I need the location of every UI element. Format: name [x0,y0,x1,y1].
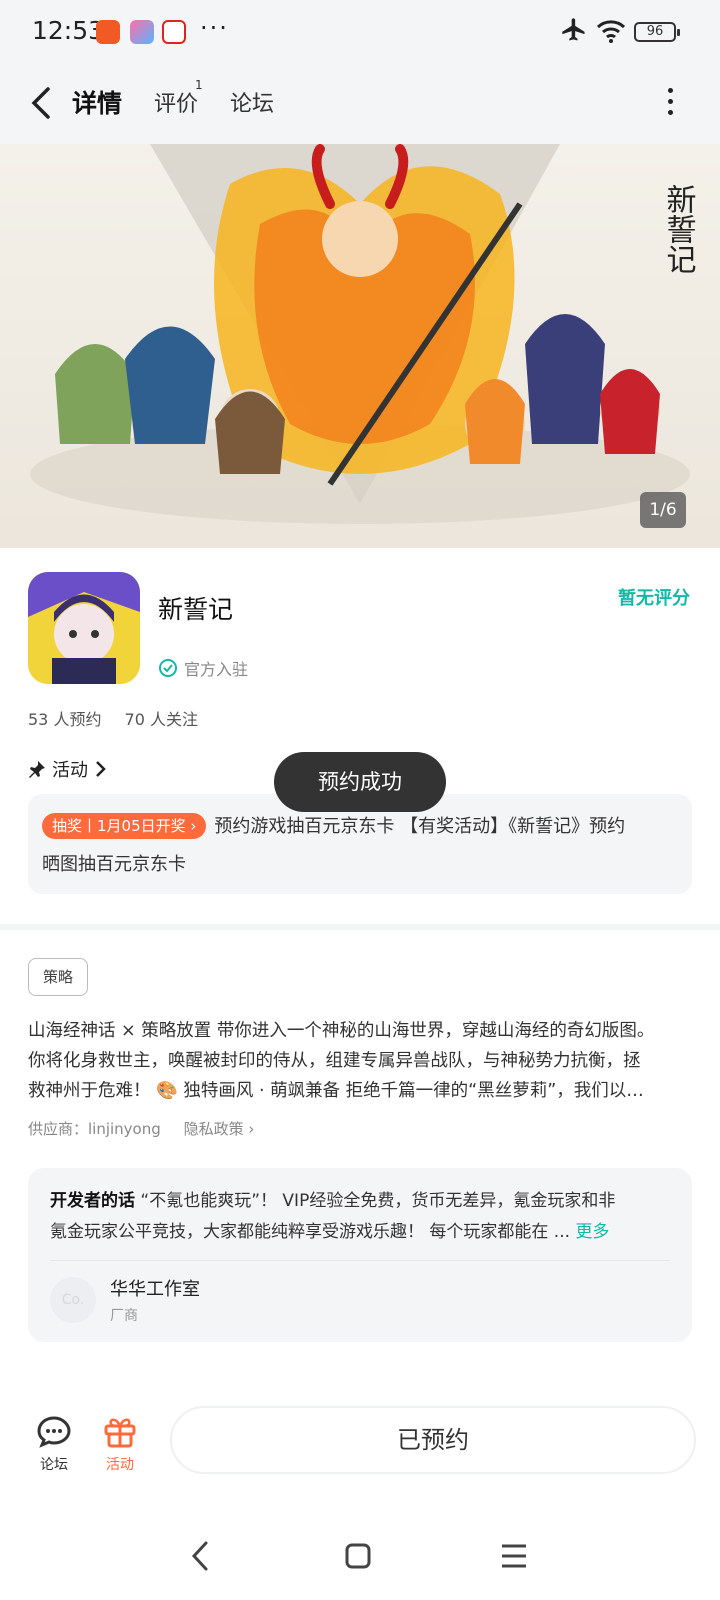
more-notifications-icon: ··· [200,14,229,42]
system-menu-icon[interactable] [500,1542,528,1570]
system-back-icon[interactable] [190,1540,210,1572]
section-divider [0,924,720,930]
svg-text:新誓记: 新誓记 [662,184,696,274]
lottery-tag[interactable]: 抽奖丨1月05日开奖 › [42,813,207,839]
activity-header[interactable]: 活动 [28,756,106,782]
developer-divider [50,1260,670,1261]
pin-icon [29,761,45,778]
activity-header-label: 活动 [52,760,88,781]
official-label: 官方入驻 [184,660,249,679]
developer-note-line-1: “不氪也能爽玩”！ VIP经验全免费，货币无差异，氪金玩家和非 [140,1191,616,1211]
wifi-icon [596,20,626,43]
developer-note: 开发者的话 “不氪也能爽玩”！ VIP经验全免费，货币无差异，氪金玩家和非 氪金… [50,1186,670,1248]
app-stats: 53 人预约 70 人关注 [28,706,216,730]
reviews-count-badge: 1 [195,78,203,92]
banner-artwork: 新誓记 [30,144,696,524]
activity-button[interactable]: 活动 [90,1414,150,1474]
verified-check-icon [159,659,177,677]
airplane-mode-icon [562,18,585,41]
gift-icon [104,1418,136,1448]
reservation-count: 53 人预约 [28,710,102,729]
activity-text-1: 预约游戏抽百元京东卡 【有奖活动】《新誓记》预约 [214,816,626,837]
system-nav-bar [0,1516,720,1600]
game-app-icon [130,20,154,44]
developer-role: 厂商 [110,1308,138,1324]
description-line-2: 你将化身救世主，唤醒被封印的侍从，组建专属异兽战队，与神秘势力抗衡，拯 [28,1051,641,1071]
developer-note-line-2: 氪金玩家公平竞技，大家都能纯粹享受游戏乐趣！ 每个玩家都能在 ... [50,1222,571,1242]
developer-profile[interactable]: Co. 华华工作室 厂商 [50,1275,670,1325]
chevron-right-icon [96,761,106,777]
description-line-3: 救神州于危难！ 🎨 独特画风 · 萌飒兼备 拒绝千篇一律的“黑丝萝莉”，我们以… [28,1081,644,1101]
follower-count: 70 人关注 [124,710,198,729]
rating-label: 暂无评分 [618,588,690,609]
tab-reviews[interactable]: 评价 [154,86,198,118]
description-line-1: 山海经神话 × 策略放置 带你进入一个神秘的山海世界，穿越山海经的奇幻版图。 [28,1021,655,1041]
genre-tag[interactable]: 策略 [28,958,88,996]
developer-note-title: 开发者的话 [50,1191,135,1211]
meta-row: 供应商：linjinyong 隐私政策 › [28,1118,272,1139]
game-description[interactable]: 山海经神话 × 策略放置 带你进入一个神秘的山海世界，穿越山海经的奇幻版图。 你… [28,1016,692,1106]
official-badge: 官方入驻 [158,656,248,680]
more-options-icon[interactable] [668,88,676,121]
tab-details[interactable]: 详情 [72,84,122,120]
developer-avatar: Co. [50,1277,96,1323]
developer-more-link[interactable]: 更多 [575,1222,609,1242]
forum-chat-icon [37,1416,71,1448]
activity-text-2: 晒图抽百元京东卡 [42,854,186,875]
app-name: 新誓记 [158,595,234,624]
top-nav: 详情 评价 1 论坛 [0,64,720,144]
activity-button-label: 活动 [106,1457,134,1473]
toast-message: 预约成功 [274,752,446,812]
system-home-icon[interactable] [344,1542,372,1570]
developer-name: 华华工作室 [110,1279,200,1300]
taobao-app-icon [96,20,120,44]
privacy-policy-link[interactable]: 隐私政策 › [184,1120,255,1138]
banner-page-counter: 1/6 [640,492,686,528]
reserved-button[interactable]: 已预约 [170,1406,696,1474]
game-banner[interactable]: 新誓记 [0,144,720,548]
forum-button[interactable]: 论坛 [24,1414,84,1474]
status-bar: 12:53 ··· 96 [0,0,720,64]
back-arrow-icon[interactable] [30,86,52,120]
developer-card: 开发者的话 “不氪也能爽玩”！ VIP经验全免费，货币无差异，氪金玩家和非 氪金… [28,1168,692,1342]
status-time: 12:53 [32,16,105,45]
supplier-label: 供应商：linjinyong [28,1120,161,1138]
app-icon [28,572,140,684]
activity-line-1: 抽奖丨1月05日开奖 › 预约游戏抽百元京东卡 【有奖活动】《新誓记》预约 [42,808,678,846]
battery-icon: 96 [634,22,680,42]
weibo-app-icon [162,20,186,44]
tab-forum[interactable]: 论坛 [230,86,274,118]
forum-button-label: 论坛 [40,1457,68,1473]
